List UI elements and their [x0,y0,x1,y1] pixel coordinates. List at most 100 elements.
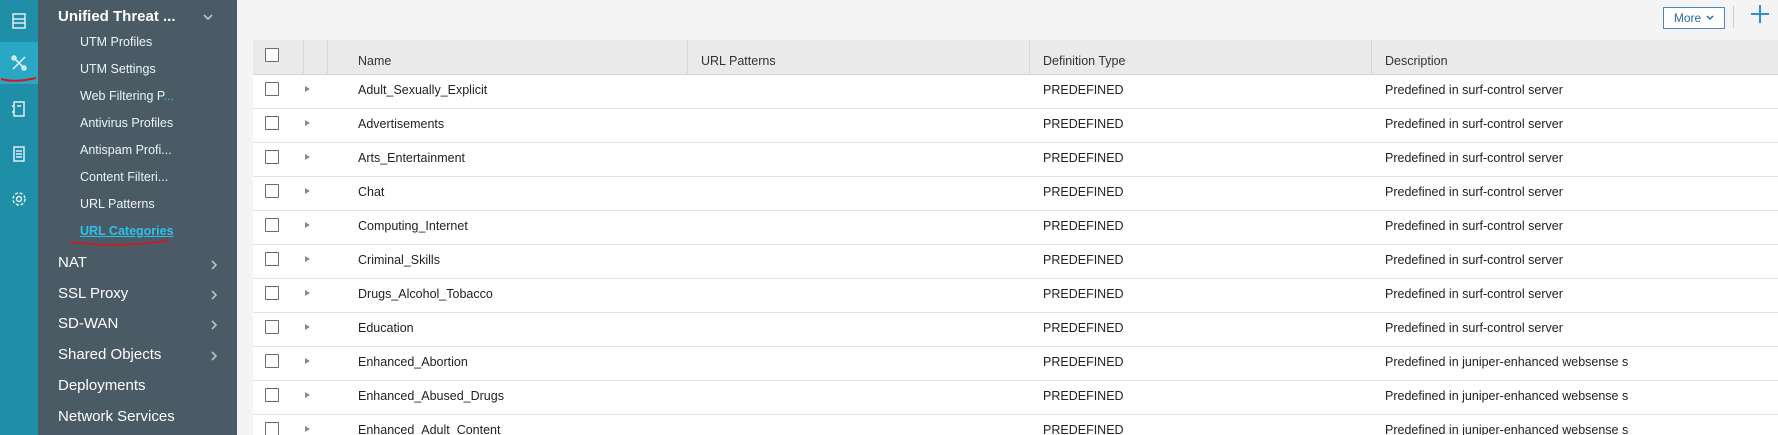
row-checkbox[interactable] [265,422,279,435]
table-row[interactable]: Criminal_Skills PREDEFINED Predefined in s… [253,245,1778,279]
cell-definition-type: PREDEFINED [1043,287,1124,301]
cell-definition-type: PREDEFINED [1043,321,1124,335]
expand-arrow-icon[interactable] [305,392,310,398]
cell-description: Predefined in surf-control server [1385,219,1563,233]
sidebar-section-sd-wan[interactable]: SD-WAN [58,315,118,332]
toolbar: More [237,0,1778,36]
sidebar-item-url-patterns[interactable]: URL Patterns [80,197,155,211]
sidebar-item-web-filtering[interactable]: Web Filtering P... [80,89,174,103]
table-row[interactable]: Enhanced_Abortion PREDEFINED Predefined in… [253,347,1778,381]
cell-description: Predefined in juniper-enhanced websense … [1385,423,1629,435]
toolbar-divider [1733,6,1734,28]
row-checkbox[interactable] [265,184,279,198]
add-button[interactable] [1749,3,1773,27]
column-header-name[interactable]: Name [358,40,391,75]
cell-name: Adult_Sexually_Explicit [358,83,488,97]
row-checkbox[interactable] [265,150,279,164]
sidebar-section-shared-objects[interactable]: Shared Objects [58,346,161,363]
more-button-label: More [1673,11,1702,25]
column-header-definition-type[interactable]: Definition Type [1043,40,1125,75]
chevron-right-icon[interactable] [208,349,218,361]
sidebar-item-content-filtering[interactable]: Content Filteri... [80,170,168,184]
cell-description: Predefined in surf-control server [1385,83,1563,97]
expand-arrow-icon[interactable] [305,86,310,92]
column-divider [1029,40,1030,75]
sidebar-item-antispam-profiles[interactable]: Antispam Profi... [80,143,172,157]
table-row[interactable]: Advertisements PREDEFINED Predefined in su… [253,109,1778,143]
cell-name: Education [358,321,414,335]
sidebar-item-ellipsis: ... [163,89,175,103]
table-row[interactable]: Adult_Sexually_Explicit PREDEFINED Predefi… [253,75,1778,109]
expand-arrow-icon[interactable] [305,290,310,296]
chevron-right-icon[interactable] [208,288,218,300]
row-checkbox[interactable] [265,252,279,266]
cell-definition-type: PREDEFINED [1043,117,1124,131]
column-divider [303,40,304,75]
cell-name: Drugs_Alcohol_Tobacco [358,287,493,301]
chevron-down-icon[interactable] [202,10,213,21]
settings-gear-icon[interactable] [0,178,38,220]
table-row[interactable]: Chat PREDEFINED Predefined in surf-control… [253,177,1778,211]
row-checkbox[interactable] [265,218,279,232]
expand-arrow-icon[interactable] [305,324,310,330]
cell-definition-type: PREDEFINED [1043,151,1124,165]
table-header: Name URL Patterns Definition Type Descri… [253,40,1778,75]
sidebar-section-unified-threat[interactable]: Unified Threat ... [58,8,176,25]
expand-arrow-icon[interactable] [305,154,310,160]
sidebar-section-deployments[interactable]: Deployments [58,377,146,394]
cell-definition-type: PREDEFINED [1043,219,1124,233]
row-checkbox[interactable] [265,354,279,368]
cell-definition-type: PREDEFINED [1043,83,1124,97]
sidebar-item-label: Web Filtering P [80,89,164,103]
cell-description: Predefined in surf-control server [1385,151,1563,165]
cell-description: Predefined in surf-control server [1385,321,1563,335]
sidebar-section-nat[interactable]: NAT [58,254,87,271]
sidebar-item-antivirus-profiles[interactable]: Antivirus Profiles [80,116,173,130]
devices-icon[interactable] [0,88,38,130]
column-header-url-patterns[interactable]: URL Patterns [701,40,776,75]
cell-name: Criminal_Skills [358,253,440,267]
chevron-right-icon[interactable] [208,318,218,330]
more-button[interactable]: More [1663,7,1725,29]
cell-name: Enhanced_Abused_Drugs [358,389,504,403]
row-checkbox[interactable] [265,82,279,96]
chevron-down-icon [1706,15,1714,21]
sidebar-section-ssl-proxy[interactable]: SSL Proxy [58,285,128,302]
sidebar-item-utm-settings[interactable]: UTM Settings [80,62,156,76]
table-row[interactable]: Drugs_Alcohol_Tobacco PREDEFINED Predefine… [253,279,1778,313]
select-all-checkbox[interactable] [265,48,279,62]
row-checkbox[interactable] [265,388,279,402]
table-row[interactable]: Enhanced_Abused_Drugs PREDEFINED Predefine… [253,381,1778,415]
cell-name: Arts_Entertainment [358,151,465,165]
row-checkbox[interactable] [265,286,279,300]
cell-description: Predefined in surf-control server [1385,185,1563,199]
sidebar-item-utm-profiles[interactable]: UTM Profiles [80,35,152,49]
row-checkbox[interactable] [265,320,279,334]
column-header-description[interactable]: Description [1385,40,1448,75]
cell-definition-type: PREDEFINED [1043,355,1124,369]
expand-arrow-icon[interactable] [305,358,310,364]
chevron-right-icon[interactable] [208,258,218,270]
expand-arrow-icon[interactable] [305,256,310,262]
cell-name: Advertisements [358,117,445,131]
table-row[interactable]: Computing_Internet PREDEFINED Predefined i… [253,211,1778,245]
list-icon[interactable] [0,0,38,42]
cell-description: Predefined in surf-control server [1385,287,1563,301]
url-categories-table: Name URL Patterns Definition Type Descri… [253,40,1778,435]
column-divider [327,40,328,75]
cell-description: Predefined in surf-control server [1385,253,1563,267]
annotation-underline-url-categories [69,238,168,246]
table-row[interactable]: Arts_Entertainment PREDEFINED Predefined i… [253,143,1778,177]
expand-arrow-icon[interactable] [305,120,310,126]
table-row[interactable]: Education PREDEFINED Predefined in surf-co… [253,313,1778,347]
table-row[interactable]: Enhanced_Adult_Content PREDEFINED Predefin… [253,415,1778,435]
row-checkbox[interactable] [265,116,279,130]
cell-name: Enhanced_Abortion [358,355,468,369]
sidebar-section-network-services[interactable]: Network Services [58,408,175,425]
report-icon[interactable] [0,133,38,175]
cell-description: Predefined in surf-control server [1385,117,1563,131]
expand-arrow-icon[interactable] [305,222,310,228]
expand-arrow-icon[interactable] [305,426,310,432]
annotation-underline-rail [0,77,37,82]
expand-arrow-icon[interactable] [305,188,310,194]
